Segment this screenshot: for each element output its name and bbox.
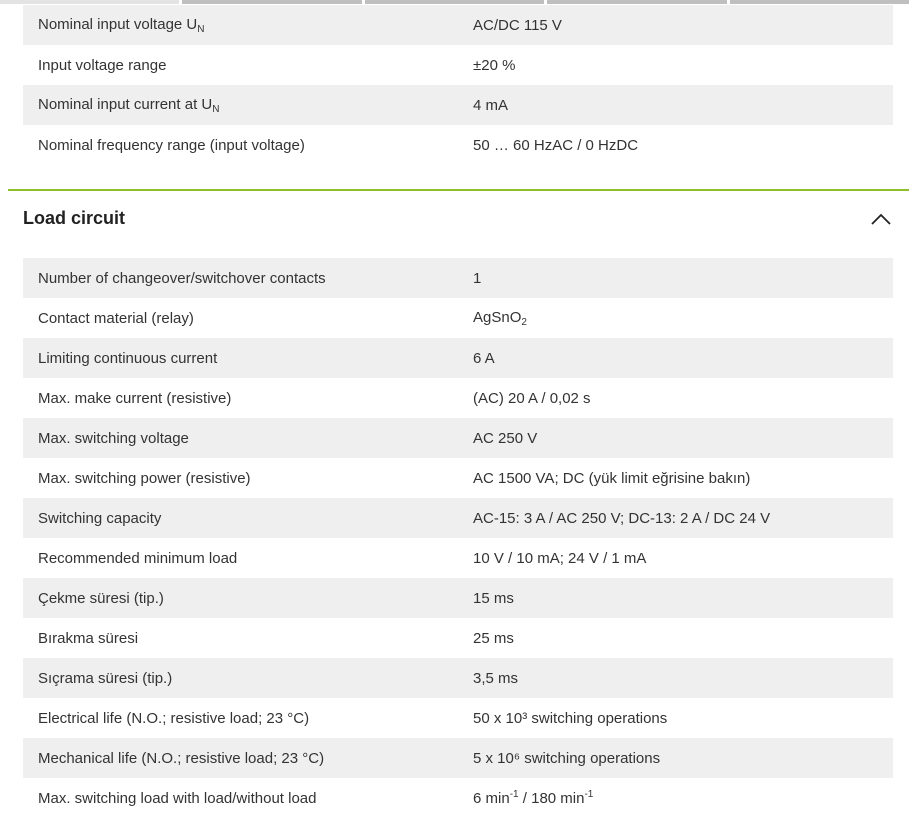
row-value: 50 … 60 HzAC / 0 HzDC: [473, 136, 639, 154]
row-label: Limiting continuous current: [38, 349, 218, 367]
row-value: 5 x 10⁶ switching operations: [473, 749, 661, 767]
table-row: Çekme süresi (tip.) 15 ms: [23, 578, 893, 618]
table-row: Nominal frequency range (input voltage) …: [23, 125, 893, 165]
table-row: Limiting continuous current 6 A: [23, 338, 893, 378]
row-value: ±20 %: [473, 56, 516, 74]
row-value: AC 250 V: [473, 429, 538, 447]
row-label: Nominal input voltage UN: [38, 15, 205, 35]
row-label: Max. switching voltage: [38, 429, 189, 447]
table-row: Electrical life (N.O.; resistive load; 2…: [23, 698, 893, 738]
table-row: Switching capacity AC-15: 3 A / AC 250 V…: [23, 498, 893, 538]
table-row: Number of changeover/switchover contacts…: [23, 258, 893, 298]
row-value: 4 mA: [473, 96, 509, 114]
row-label: Number of changeover/switchover contacts: [38, 269, 326, 287]
row-label: Input voltage range: [38, 56, 167, 74]
table-row: Contact material (relay) AgSnO2: [23, 298, 893, 338]
row-value: 1: [473, 269, 482, 287]
input-circuit-table: Nominal input voltage UN AC/DC 115 V Inp…: [23, 5, 893, 165]
row-value: 25 ms: [473, 629, 514, 647]
table-row: Max. switching voltage AC 250 V: [23, 418, 893, 458]
row-value: AC 1500 VA; DC (yük limit eğrisine bakın…: [473, 469, 751, 487]
table-row: Recommended minimum load 10 V / 10 mA; 2…: [23, 538, 893, 578]
row-label: Mechanical life (N.O.; resistive load; 2…: [38, 749, 325, 767]
table-row: Input voltage range ±20 %: [23, 45, 893, 85]
section-title: Load circuit: [23, 208, 126, 228]
chevron-up-icon[interactable]: [869, 207, 893, 231]
table-row: Max. switching power (resistive) AC 1500…: [23, 458, 893, 498]
tab-indicator[interactable]: [182, 0, 362, 4]
row-value: 15 ms: [473, 589, 514, 607]
table-row: Mechanical life (N.O.; resistive load; 2…: [23, 738, 893, 778]
row-value: 6 A: [473, 349, 495, 367]
row-label: Contact material (relay): [38, 309, 194, 327]
row-label: Bırakma süresi: [38, 629, 139, 647]
tab-indicator[interactable]: [547, 0, 727, 4]
row-value: AC/DC 115 V: [473, 16, 562, 34]
table-row: Sıçrama süresi (tip.) 3,5 ms: [23, 658, 893, 698]
load-circuit-table: Number of changeover/switchover contacts…: [23, 258, 893, 818]
row-label: Recommended minimum load: [38, 549, 238, 567]
table-row: Bırakma süresi 25 ms: [23, 618, 893, 658]
row-label: Max. switching load with load/without lo…: [38, 789, 317, 807]
table-row: Nominal input voltage UN AC/DC 115 V: [23, 5, 893, 45]
row-value: 10 V / 10 mA; 24 V / 1 mA: [473, 549, 647, 567]
row-value: 50 x 10³ switching operations: [473, 709, 668, 727]
row-label: Switching capacity: [38, 509, 162, 527]
row-value: AC-15: 3 A / AC 250 V; DC-13: 2 A / DC 2…: [473, 509, 771, 527]
row-label: Max. switching power (resistive): [38, 469, 251, 487]
tab-indicator[interactable]: [0, 0, 180, 4]
table-row: Max. make current (resistive) (AC) 20 A …: [23, 378, 893, 418]
row-label: Çekme süresi (tip.): [38, 589, 164, 607]
tab-indicator[interactable]: [364, 0, 545, 4]
row-value: AgSnO2: [473, 308, 527, 328]
row-label: Nominal input current at UN: [38, 95, 220, 115]
load-circuit-header[interactable]: Load circuit: [8, 191, 909, 246]
row-value: (AC) 20 A / 0,02 s: [473, 389, 591, 407]
row-value: 3,5 ms: [473, 669, 519, 687]
row-label: Sıçrama süresi (tip.): [38, 669, 173, 687]
tab-indicator[interactable]: [729, 0, 909, 4]
table-row: Nominal input current at UN 4 mA: [23, 85, 893, 125]
row-value: 6 min-1 / 180 min-1: [473, 789, 594, 807]
row-label: Electrical life (N.O.; resistive load; 2…: [38, 709, 310, 727]
row-label: Nominal frequency range (input voltage): [38, 136, 305, 154]
table-row: Max. switching load with load/without lo…: [23, 778, 893, 818]
row-label: Max. make current (resistive): [38, 389, 232, 407]
